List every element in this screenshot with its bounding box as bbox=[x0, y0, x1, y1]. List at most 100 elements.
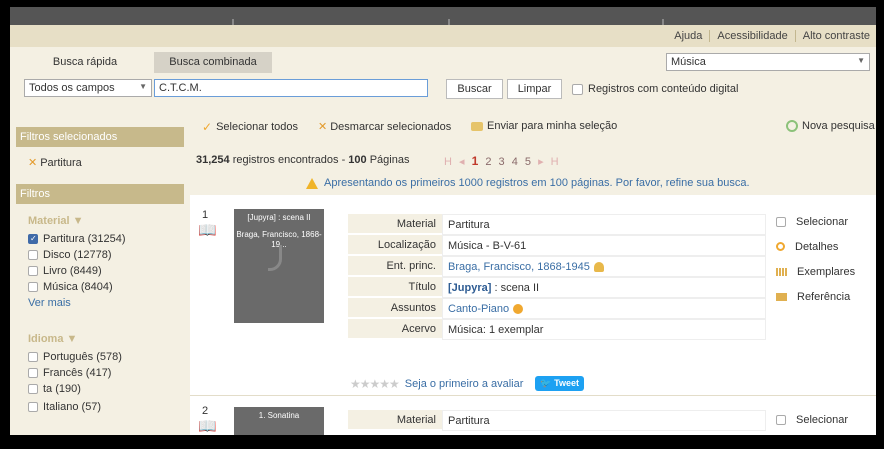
search-row: Todos os campos ▼ C.T.C.M. Buscar Limpar… bbox=[10, 73, 876, 103]
star-rating-icon[interactable]: ★★★★★ bbox=[350, 377, 400, 391]
select-all-button[interactable]: ✓ Selecionar todos bbox=[202, 120, 298, 134]
page-links[interactable]: 2 3 4 5 bbox=[485, 156, 533, 168]
results-count-number: 31,254 bbox=[196, 154, 230, 166]
facet-option[interactable]: Italiano (57) bbox=[28, 401, 101, 413]
next-page-icon[interactable]: ▸ bbox=[538, 156, 546, 168]
details-action[interactable]: Detalhes bbox=[776, 234, 855, 259]
results-count: 31,254 registros encontrados - 100 Págin… bbox=[196, 154, 409, 166]
checkbox[interactable] bbox=[28, 384, 38, 394]
field-value: Braga, Francisco, 1868-1945 bbox=[442, 256, 766, 277]
reference-icon bbox=[776, 292, 787, 301]
facet-option[interactable]: Português (578) bbox=[28, 351, 122, 363]
facet-option[interactable]: Livro (8449) bbox=[28, 265, 102, 277]
select-all-label: Selecionar todos bbox=[216, 121, 299, 133]
close-icon: ✕ bbox=[318, 121, 328, 133]
checkbox[interactable] bbox=[28, 282, 38, 292]
record-thumbnail[interactable]: 1. Sonatina bbox=[234, 407, 324, 435]
facet-option[interactable]: Música (8404) bbox=[28, 281, 113, 293]
copies-action[interactable]: Exemplares bbox=[776, 259, 855, 284]
collection-select-value: Música bbox=[671, 56, 706, 68]
utility-links-bar: Ajuda Acessibilidade Alto contraste bbox=[10, 25, 876, 47]
facet-option-label: ta (190) bbox=[43, 383, 81, 395]
filters-header: Filtros bbox=[16, 184, 184, 204]
tweet-label: Tweet bbox=[554, 378, 579, 388]
subject-link[interactable]: Canto-Piano bbox=[448, 303, 509, 315]
field-label: Material bbox=[396, 414, 436, 426]
remove-filter-icon[interactable]: ✕ bbox=[28, 157, 37, 169]
action-label: Referência bbox=[797, 290, 851, 303]
basket-icon bbox=[471, 121, 483, 131]
checkbox[interactable] bbox=[776, 414, 786, 425]
results-list: 1 📖 [Jupyra] : scena II Braga, Francisco… bbox=[190, 195, 876, 435]
book-icon: 📖 bbox=[198, 222, 217, 239]
search-input[interactable]: C.T.C.M. bbox=[154, 79, 428, 97]
record-fields: Material Partitura Localização Música - … bbox=[348, 214, 766, 340]
first-page-icon[interactable]: H bbox=[444, 156, 454, 168]
checkbox[interactable] bbox=[776, 216, 786, 227]
digital-content-checkbox[interactable] bbox=[572, 83, 583, 95]
record-number: 2 bbox=[202, 405, 209, 417]
select-record-action[interactable]: Selecionar bbox=[776, 407, 848, 432]
search-field-select[interactable]: Todos os campos ▼ bbox=[24, 79, 152, 97]
action-label: Selecionar bbox=[796, 215, 848, 228]
send-to-selection-button[interactable]: Enviar para minha seleção bbox=[471, 120, 617, 132]
prev-page-icon[interactable]: ◂ bbox=[459, 156, 467, 168]
accessibility-link[interactable]: Acessibilidade bbox=[717, 30, 787, 42]
checkbox[interactable] bbox=[28, 250, 38, 260]
clear-button[interactable]: Limpar bbox=[507, 79, 562, 99]
info-icon[interactable] bbox=[513, 304, 524, 315]
results-summary: 31,254 registros encontrados - 100 Págin… bbox=[190, 151, 876, 173]
checkbox[interactable] bbox=[28, 368, 38, 378]
field-value: Música: 1 exemplar bbox=[442, 319, 766, 340]
facet-material-title[interactable]: Material ▼ bbox=[28, 215, 84, 227]
facet-option[interactable]: ta (190) bbox=[28, 383, 81, 395]
checkbox[interactable] bbox=[28, 266, 38, 276]
field-row: Ent. princ. Braga, Francisco, 1868-1945 bbox=[348, 256, 766, 277]
facet-option[interactable]: Francês (417) bbox=[28, 367, 111, 379]
checkbox[interactable] bbox=[28, 402, 38, 412]
field-value: Partitura bbox=[442, 410, 766, 431]
title-link[interactable]: [Jupyra] bbox=[448, 282, 491, 294]
record-divider bbox=[190, 395, 876, 396]
digital-content-label: Registros com conteúdo digital bbox=[588, 83, 739, 95]
facet-option[interactable]: Disco (12778) bbox=[28, 249, 111, 261]
new-search-label: Nova pesquisa bbox=[802, 120, 875, 132]
record-thumbnail[interactable]: [Jupyra] : scena II Braga, Francisco, 18… bbox=[234, 209, 324, 323]
facet-option-label: Francês (417) bbox=[43, 367, 112, 379]
digital-content-option[interactable]: Registros com conteúdo digital bbox=[572, 83, 738, 95]
tab-busca-combinada[interactable]: Busca combinada bbox=[154, 52, 272, 73]
new-search-button[interactable]: Nova pesquisa bbox=[786, 120, 875, 132]
deselect-button[interactable]: ✕ Desmarcar selecionados bbox=[318, 120, 451, 134]
ver-mais-link[interactable]: Ver mais bbox=[28, 297, 71, 309]
tab-busca-rapida[interactable]: Busca rápida bbox=[16, 52, 154, 73]
facet-idioma-title[interactable]: Idioma ▼ bbox=[28, 333, 77, 345]
facet-option-label: Livro (8449) bbox=[43, 265, 102, 277]
last-page-icon[interactable]: H bbox=[551, 156, 561, 168]
facet-option[interactable]: Partitura (31254) bbox=[28, 233, 126, 245]
warning-row: Apresentando os primeiros 1000 registros… bbox=[190, 173, 876, 195]
collection-select[interactable]: Música ▼ bbox=[666, 53, 870, 71]
field-label: Ent. princ. bbox=[386, 260, 436, 272]
tweet-button[interactable]: 🐦 Tweet bbox=[535, 376, 584, 391]
search-button[interactable]: Buscar bbox=[446, 79, 503, 99]
high-contrast-link[interactable]: Alto contraste bbox=[803, 30, 870, 42]
checked-checkbox[interactable] bbox=[28, 234, 38, 244]
results-separator: - bbox=[341, 154, 346, 166]
reference-action[interactable]: Referência bbox=[776, 284, 855, 309]
send-to-selection-label: Enviar para minha seleção bbox=[487, 120, 618, 132]
field-label: Título bbox=[408, 281, 436, 293]
thumbnail-graphic bbox=[268, 245, 282, 271]
person-icon[interactable] bbox=[593, 262, 604, 273]
record-fields: Material Partitura bbox=[348, 410, 766, 431]
select-record-action[interactable]: Selecionar bbox=[776, 209, 855, 234]
facet-option-label: Partitura (31254) bbox=[43, 233, 126, 245]
rate-first-link[interactable]: Seja o primeiro a avaliar bbox=[405, 378, 524, 390]
facet-option-label: Música (8404) bbox=[43, 281, 113, 293]
selected-filter-partitura[interactable]: ✕ Partitura bbox=[28, 156, 82, 169]
field-value: Partitura bbox=[442, 214, 766, 235]
checkbox[interactable] bbox=[28, 352, 38, 362]
field-label: Acervo bbox=[401, 323, 436, 335]
help-link[interactable]: Ajuda bbox=[674, 30, 702, 42]
author-link[interactable]: Braga, Francisco, 1868-1945 bbox=[448, 261, 590, 273]
warning-text: Apresentando os primeiros 1000 registros… bbox=[324, 177, 750, 189]
